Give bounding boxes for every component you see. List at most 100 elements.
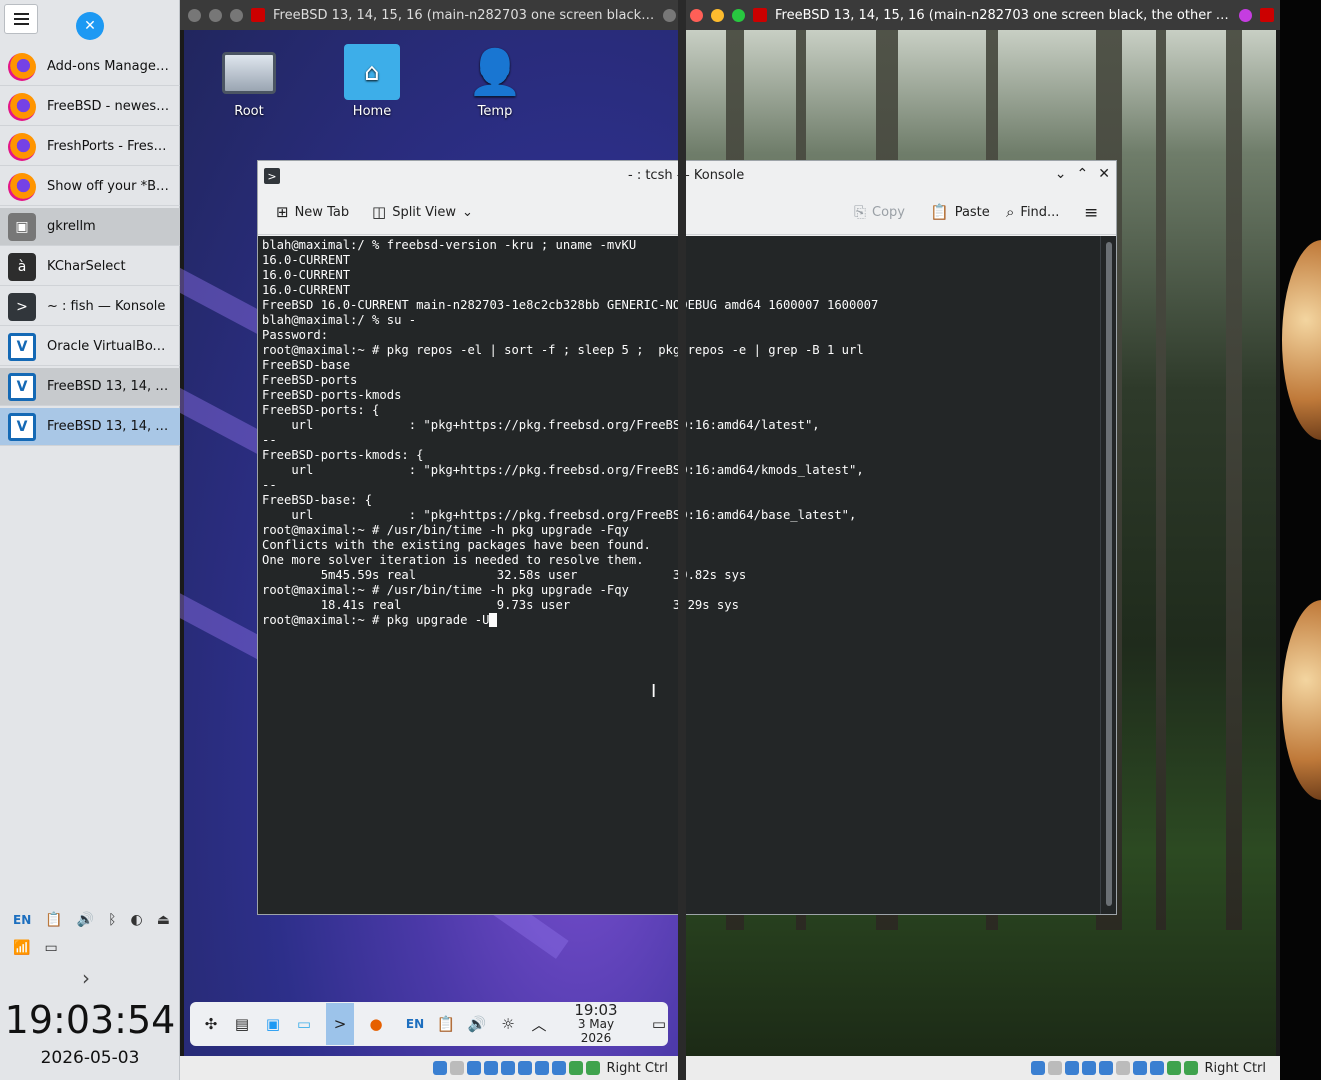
virtualbox-icon: V: [8, 372, 36, 401]
usb-device-icon[interactable]: ⏏: [157, 912, 170, 928]
usb-icon[interactable]: [500, 1061, 515, 1075]
bluetooth-icon[interactable]: ᛒ: [108, 912, 116, 928]
hamburger-menu-button[interactable]: ≡: [1084, 203, 1098, 223]
scrollbar-thumb[interactable]: [1106, 242, 1112, 906]
wifi-icon[interactable]: 📶: [13, 940, 30, 956]
vm-titlebar[interactable]: FreeBSD 13, 14, 15, 16 (main-n282703 one…: [682, 0, 1280, 30]
task-freebsd-vm-2[interactable]: V FreeBSD 13, 14, 15,...: [0, 408, 180, 446]
screen: ✕ Add-ons Manager ... FreeBSD - newest s…: [0, 0, 1321, 1080]
task-freshports[interactable]: FreshPorts - FreshP...: [0, 128, 180, 166]
usb-icon[interactable]: [1098, 1061, 1113, 1075]
task-kcharselect[interactable]: à KCharSelect: [0, 248, 180, 286]
task-freebsd-vm-1[interactable]: V FreeBSD 13, 14, 15,...: [0, 368, 180, 406]
konsole-titlebar[interactable]: > - : tcsh — Konsole ⌄ ⌃ ✕: [258, 161, 1116, 191]
virtualbox-app-icon: [251, 8, 265, 22]
split-view-label: Split View: [392, 204, 456, 220]
terminal-icon: >: [264, 168, 280, 184]
guest-clock[interactable]: 19:03 3 May 2026: [565, 1003, 627, 1046]
desktop-icon-root[interactable]: Root: [209, 44, 289, 119]
file-manager-icon[interactable]: ▭: [295, 1015, 313, 1033]
task-freebsd-newest[interactable]: FreeBSD - newest s...: [0, 88, 180, 126]
display-icon[interactable]: [534, 1061, 549, 1075]
recording-icon[interactable]: [1149, 1061, 1164, 1075]
clipboard-icon[interactable]: 📋: [45, 912, 62, 928]
close-button[interactable]: ✕: [1098, 166, 1110, 182]
virtualbox-app-icon: [753, 8, 767, 22]
hard-disk-icon[interactable]: [1030, 1061, 1045, 1075]
new-tab-button[interactable]: ⊞ New Tab: [276, 203, 349, 221]
task-virtualbox-manager[interactable]: V Oracle VirtualBox ...: [0, 328, 180, 366]
cpu-activity-icon[interactable]: [568, 1061, 583, 1075]
task-show-off-bsd[interactable]: Show off your *BS...: [0, 168, 180, 206]
clipboard-icon[interactable]: 📋: [437, 1015, 456, 1033]
konsole-window: > - : tcsh — Konsole ⌄ ⌃ ✕ ⊞ New Tab ◫ S…: [257, 160, 1117, 915]
peek-desktop-icon[interactable]: ▭: [650, 1015, 668, 1033]
volume-icon[interactable]: 🔊: [77, 912, 94, 928]
firefox-icon[interactable]: ●: [367, 1015, 385, 1033]
maximize-button[interactable]: [732, 8, 745, 22]
minimize-button[interactable]: [711, 8, 724, 22]
vm-title: FreeBSD 13, 14, 15, 16 (main-n282703 one…: [775, 7, 1231, 23]
show-desktop-icon[interactable]: ▤: [233, 1015, 251, 1033]
network-icon[interactable]: [483, 1061, 498, 1075]
task-addons-manager[interactable]: Add-ons Manager ...: [0, 48, 180, 86]
pin-button[interactable]: [1239, 8, 1252, 22]
copy-button[interactable]: ⎘ Copy: [854, 203, 905, 221]
vm-titlebar[interactable]: FreeBSD 13, 14, 15, 16 (main-n282703 one…: [180, 0, 682, 30]
brightness-icon[interactable]: ☼: [499, 1015, 517, 1033]
konsole-task-icon[interactable]: >: [326, 1003, 354, 1045]
minimize-button[interactable]: [209, 8, 222, 22]
hamburger-menu-button[interactable]: [4, 4, 38, 34]
find-button[interactable]: ⌕ Find...: [1006, 203, 1059, 221]
pin-button[interactable]: [663, 8, 676, 22]
optical-drive-icon[interactable]: [1047, 1061, 1062, 1075]
host-key-label[interactable]: Right Ctrl: [607, 1061, 669, 1076]
store-icon[interactable]: ▣: [264, 1015, 282, 1033]
system-tray: EN 📋 🔊 ᛒ ◐ ⏏ 📶 ▭ ›: [0, 906, 180, 990]
paste-button[interactable]: 📋 Paste: [930, 203, 990, 221]
task-label: FreeBSD - newest s...: [47, 99, 173, 114]
chevron-right-icon[interactable]: ›: [82, 966, 90, 990]
vm-title: FreeBSD 13, 14, 15, 16 (main-n282703 one…: [273, 7, 655, 23]
maximize-button[interactable]: [230, 8, 243, 22]
audio-icon[interactable]: [1064, 1061, 1079, 1075]
mouse-integration-icon[interactable]: [1183, 1061, 1198, 1075]
network-icon[interactable]: [1081, 1061, 1096, 1075]
keyboard-layout-indicator[interactable]: EN: [406, 1015, 424, 1033]
digital-clock-time[interactable]: 19:03:54: [0, 998, 180, 1042]
host-key-label[interactable]: Right Ctrl: [1205, 1061, 1267, 1076]
computer-icon: [222, 52, 276, 94]
shared-folders-icon[interactable]: [1115, 1061, 1130, 1075]
split-view-button[interactable]: ◫ Split View ⌄: [372, 203, 473, 221]
shared-folders-icon[interactable]: [517, 1061, 532, 1075]
audio-icon[interactable]: [466, 1061, 481, 1075]
minimize-button[interactable]: ⌄: [1055, 166, 1067, 182]
firefox-icon: [8, 92, 36, 121]
task-gkrellm[interactable]: ▣ gkrellm: [0, 208, 180, 246]
volume-icon[interactable]: 🔊: [468, 1015, 487, 1033]
display-icon[interactable]: ▭: [44, 940, 57, 956]
task-konsole-fish[interactable]: > ~ : fish — Konsole: [0, 288, 180, 326]
night-color-icon[interactable]: ◐: [131, 912, 143, 928]
cpu-activity-icon[interactable]: [1166, 1061, 1181, 1075]
maximize-button[interactable]: ⌃: [1077, 166, 1089, 182]
application-launcher-icon[interactable]: ✕: [76, 12, 104, 40]
chevron-up-icon[interactable]: ︿: [530, 1015, 548, 1034]
close-button[interactable]: [690, 8, 703, 22]
close-button[interactable]: [188, 8, 201, 22]
chevron-down-icon: ⌄: [462, 204, 473, 220]
home-folder-icon: ⌂: [344, 44, 400, 100]
desktop-icon-temp[interactable]: 👤 Temp: [455, 44, 535, 119]
recording-icon[interactable]: [551, 1061, 566, 1075]
mouse-integration-icon[interactable]: [585, 1061, 600, 1075]
optical-drive-icon[interactable]: [449, 1061, 464, 1075]
desktop-icon-home[interactable]: ⌂ Home: [332, 44, 412, 119]
hard-disk-icon[interactable]: [432, 1061, 447, 1075]
keyboard-layout-indicator[interactable]: EN: [13, 913, 31, 927]
terminal-scrollbar[interactable]: [1100, 236, 1116, 914]
virtualbox-app-icon: [1260, 8, 1274, 22]
host-wallpaper-edge: [1280, 0, 1321, 1080]
display-icon[interactable]: [1132, 1061, 1147, 1075]
split-view-icon: ◫: [372, 203, 387, 221]
application-launcher-icon[interactable]: ✣: [202, 1015, 220, 1033]
